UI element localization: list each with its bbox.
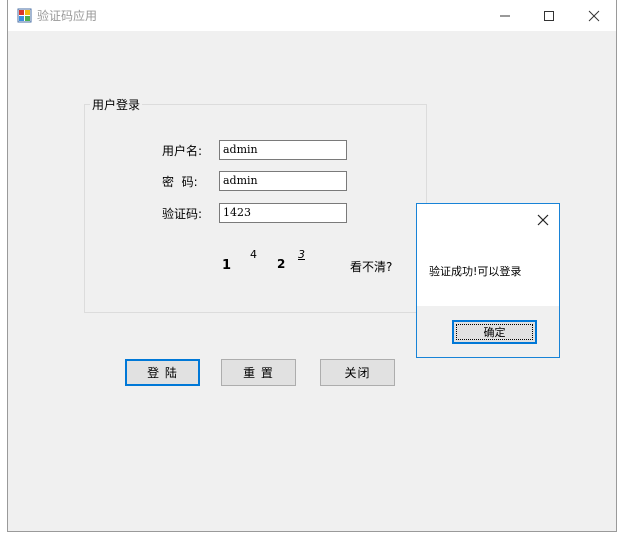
captcha-char: 1 bbox=[222, 258, 232, 273]
captcha-label: 验证码: bbox=[162, 207, 203, 221]
title-bar[interactable]: 验证码应用 bbox=[8, 0, 616, 31]
window-title: 验证码应用 bbox=[37, 9, 98, 23]
minimize-icon bbox=[500, 15, 510, 16]
password-label: 密 码: bbox=[162, 175, 198, 189]
close-icon bbox=[588, 10, 600, 21]
captcha-char: 2 bbox=[277, 257, 286, 271]
captcha-char: 4 bbox=[250, 248, 257, 261]
password-field[interactable]: admin bbox=[219, 171, 347, 191]
message-dialog: 验证成功!可以登录 确定 bbox=[416, 203, 560, 358]
dialog-close-button[interactable] bbox=[533, 210, 553, 230]
captcha-field[interactable]: 1423 bbox=[219, 203, 347, 223]
close-button[interactable]: 关闭 bbox=[320, 359, 395, 386]
dialog-message: 验证成功!可以登录 bbox=[429, 265, 522, 278]
dialog-ok-button[interactable]: 确定 bbox=[452, 320, 537, 344]
close-icon bbox=[537, 214, 549, 226]
groupbox-legend: 用户登录 bbox=[90, 96, 143, 113]
username-field[interactable]: admin bbox=[219, 140, 347, 160]
reset-button[interactable]: 重 置 bbox=[221, 359, 296, 386]
close-window-button[interactable] bbox=[571, 0, 617, 31]
username-label: 用户名: bbox=[162, 144, 203, 158]
maximize-icon bbox=[544, 10, 554, 21]
app-icon bbox=[17, 8, 32, 23]
focus-rect bbox=[456, 324, 533, 340]
maximize-button[interactable] bbox=[526, 0, 572, 31]
minimize-button[interactable] bbox=[482, 0, 528, 31]
login-button[interactable]: 登 陆 bbox=[125, 359, 200, 386]
refresh-captcha-link[interactable]: 看不清? bbox=[350, 258, 392, 275]
captcha-char: 3 bbox=[298, 248, 305, 261]
